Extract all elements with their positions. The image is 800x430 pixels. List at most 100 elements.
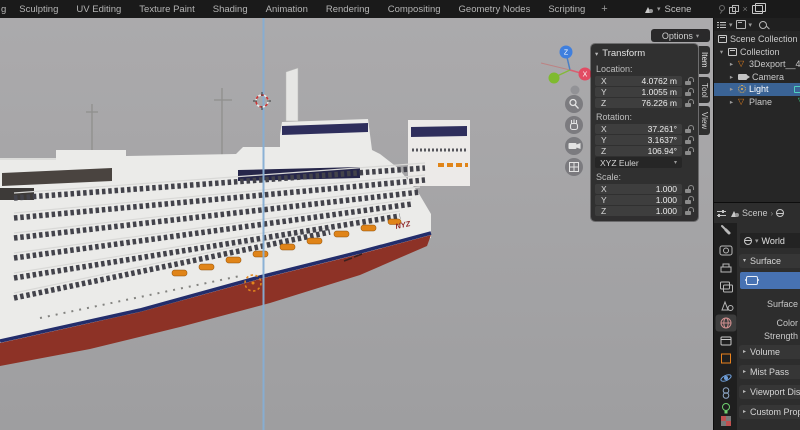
workspace-tab-uv-editing[interactable]: UV Editing xyxy=(67,0,130,18)
scene-type-icon[interactable] xyxy=(645,6,653,13)
tab-scene-properties[interactable] xyxy=(722,302,733,311)
tab-constraint-properties[interactable] xyxy=(723,388,729,399)
world-name: World xyxy=(762,236,785,246)
options-button[interactable]: Options ▾ xyxy=(651,29,710,42)
ortho-toggle-button[interactable] xyxy=(565,158,583,176)
blender-window: g Sculpting UV Editing Texture Paint Sha… xyxy=(0,0,800,430)
3d-viewport[interactable]: NYZ xyxy=(0,18,713,430)
pin-icon[interactable] xyxy=(717,5,725,14)
rotation-y-field[interactable]: Y 3.1637° xyxy=(595,135,682,145)
pan-button[interactable] xyxy=(565,116,583,134)
scale-label: Scale: xyxy=(596,172,694,182)
disclosure-arrow-icon[interactable]: ▸ xyxy=(728,60,735,68)
surface-panel-header[interactable]: ▾ Surface xyxy=(739,254,800,268)
axis-y-handle[interactable] xyxy=(549,73,560,84)
axis-x-label: X xyxy=(583,72,588,79)
tab-tool[interactable]: Tool xyxy=(699,77,710,104)
new-scene-icon[interactable] xyxy=(729,5,738,14)
rotation-x-field[interactable]: X 37.261° xyxy=(595,124,682,134)
disclosure-arrow-icon[interactable]: ▸ xyxy=(728,98,735,106)
workspace-tab-animation[interactable]: Animation xyxy=(257,0,317,18)
light-object-icon xyxy=(738,85,746,93)
close-icon[interactable]: × xyxy=(742,4,747,14)
cruise-ship-model[interactable]: NYZ xyxy=(0,68,470,366)
screen-visibility-icon[interactable] xyxy=(794,86,800,93)
unlock-icon[interactable] xyxy=(685,77,694,86)
disclosure-arrow-icon[interactable]: ▸ xyxy=(728,73,735,81)
location-y-field[interactable]: Y 1.0055 m xyxy=(595,87,682,97)
workspace-tab-sculpting[interactable]: Sculpting xyxy=(10,0,67,18)
mesh-object-icon: ▽ xyxy=(738,98,746,106)
3d-cursor[interactable] xyxy=(253,92,271,110)
axis-neg-handle[interactable] xyxy=(571,86,580,95)
zoom-button[interactable] xyxy=(565,95,583,113)
scale-z-field[interactable]: Z 1.000 xyxy=(595,206,682,216)
tab-item[interactable]: Item xyxy=(699,46,710,74)
tab-physics-properties[interactable] xyxy=(720,373,732,382)
workspace-tab-fragment[interactable]: g xyxy=(0,0,10,18)
collapse-arrow-icon: ▸ xyxy=(743,388,746,395)
properties-editor-icon[interactable] xyxy=(717,209,726,217)
workspace-tab-texture-paint[interactable]: Texture Paint xyxy=(130,0,203,18)
outliner-item-scene-collection[interactable]: Scene Collection xyxy=(714,33,800,46)
bow-window-band xyxy=(411,126,467,137)
view-layer-icon[interactable] xyxy=(752,5,763,14)
location-x-field[interactable]: X 4.0762 m xyxy=(595,76,682,86)
workspace-tab-rendering[interactable]: Rendering xyxy=(317,0,379,18)
rotation-z-field[interactable]: Z 106.94° xyxy=(595,146,682,156)
tab-world-properties-active[interactable] xyxy=(716,315,737,332)
volume-panel-header[interactable]: ▸ Volume xyxy=(739,345,800,359)
tab-texture-properties[interactable] xyxy=(721,416,731,426)
outliner-item-light[interactable]: ▸ Light xyxy=(714,83,800,96)
workspace-tab-shading[interactable]: Shading xyxy=(204,0,257,18)
viewport-display-panel-header[interactable]: ▸ Viewport Display xyxy=(739,385,800,399)
disclosure-arrow-icon[interactable]: ▾ xyxy=(718,48,725,56)
outliner-item-collection[interactable]: ▾ Collection xyxy=(714,46,800,59)
disclosure-arrow-icon[interactable]: ▸ xyxy=(728,85,735,93)
workspace-tab-scripting[interactable]: Scripting xyxy=(539,0,594,18)
camera-view-button[interactable] xyxy=(565,137,583,155)
add-workspace-button[interactable]: + xyxy=(594,0,614,18)
unlock-icon[interactable] xyxy=(685,125,694,134)
transform-panel-header[interactable]: ▾ Transform xyxy=(595,47,694,60)
use-nodes-button[interactable] xyxy=(740,272,800,289)
chevron-down-icon[interactable]: ▾ xyxy=(729,21,733,29)
unlock-icon[interactable] xyxy=(685,88,694,97)
custom-properties-panel-header[interactable]: ▸ Custom Properties xyxy=(739,405,800,419)
scene-name[interactable]: Scene xyxy=(665,4,692,15)
world-datablock-selector[interactable]: ▾ World xyxy=(740,233,800,248)
outliner-editor-icon[interactable] xyxy=(717,21,726,29)
location-z-field[interactable]: Z 76.226 m xyxy=(595,98,682,108)
mist-pass-panel-header[interactable]: ▸ Mist Pass xyxy=(739,365,800,379)
tab-view-layer-properties[interactable] xyxy=(721,282,733,292)
rotation-mode-dropdown[interactable]: XYZ Euler ▾ xyxy=(595,157,682,168)
outliner-item-3dexport[interactable]: ▸ ▽ 3Dexport__4 xyxy=(714,58,800,71)
unlock-icon[interactable] xyxy=(685,185,694,194)
scale-y-field[interactable]: Y 1.000 xyxy=(595,195,682,205)
chevron-down-icon[interactable]: ▾ xyxy=(749,21,753,29)
unlock-icon[interactable] xyxy=(685,196,694,205)
tab-output-properties[interactable] xyxy=(721,264,731,272)
tab-object-properties[interactable] xyxy=(722,354,731,363)
unlock-icon[interactable] xyxy=(685,207,694,216)
outliner-item-camera[interactable]: ▸ Camera xyxy=(714,71,800,84)
tab-tool-properties[interactable] xyxy=(722,226,729,233)
tab-render-properties[interactable] xyxy=(720,246,732,255)
display-mode-icon[interactable] xyxy=(736,20,746,29)
search-icon[interactable] xyxy=(759,21,767,29)
outliner-header: ▾ ▾ xyxy=(714,18,800,31)
navigation-gizmo[interactable]: Z X xyxy=(541,46,592,95)
tab-collection-properties[interactable] xyxy=(721,337,731,345)
scene-breadcrumb-icon xyxy=(731,210,739,217)
tab-view[interactable]: View xyxy=(699,106,710,135)
unlock-icon[interactable] xyxy=(685,147,694,156)
tab-light-data-properties[interactable] xyxy=(723,404,730,414)
scale-x-field[interactable]: X 1.000 xyxy=(595,184,682,194)
chevron-down-icon[interactable]: ▾ xyxy=(657,5,661,13)
outliner-item-plane[interactable]: ▸ ▽ Plane ▽ xyxy=(714,96,800,109)
workspace-tab-compositing[interactable]: Compositing xyxy=(379,0,450,18)
workspace-tab-geometry-nodes[interactable]: Geometry Nodes xyxy=(450,0,540,18)
unlock-icon[interactable] xyxy=(685,99,694,108)
outliner: ▾ ▾ Scene Collection ▾ Collection ▸ ▽ xyxy=(714,18,800,202)
unlock-icon[interactable] xyxy=(685,136,694,145)
